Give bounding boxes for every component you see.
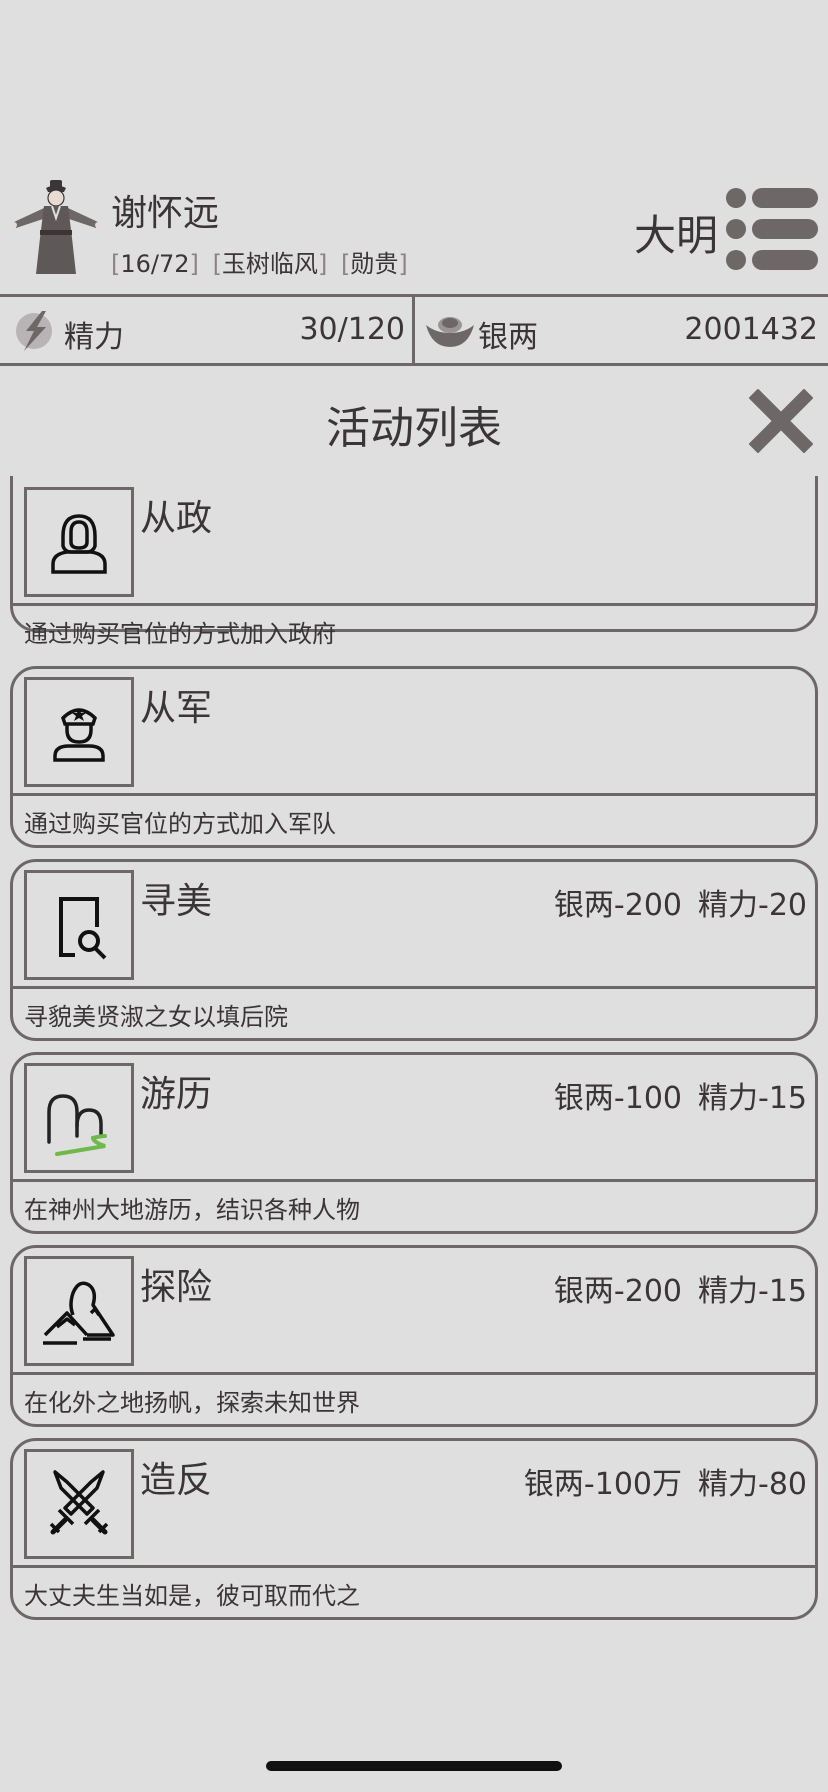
card-divider (13, 793, 815, 796)
stats-bar: 精力 30/120 银两 2001432 (0, 294, 828, 366)
activity-cost: 银两-100万 精力-80 (523, 1467, 807, 1502)
activity-cost (791, 687, 807, 722)
activity-icon-frame (24, 1063, 134, 1173)
card-divider (13, 1565, 815, 1568)
activity-card-military[interactable]: 从军 通过购买官位的方式加入军队 (10, 666, 818, 848)
energy-label: 精力 (64, 320, 124, 355)
travel-hills-icon (47, 1094, 107, 1156)
silver-label: 银两 (478, 320, 538, 355)
activity-name: 游历 (140, 1074, 213, 1115)
activity-icon-frame (24, 1256, 134, 1366)
menu-list-icon[interactable] (724, 184, 820, 274)
activity-icon-frame (24, 487, 134, 597)
activity-name: 探险 (140, 1267, 213, 1308)
home-indicator[interactable] (266, 1761, 562, 1771)
card-divider (13, 603, 815, 606)
tag-trait: [玉树临风] (212, 250, 328, 278)
energy-value: 30/120 (299, 312, 405, 347)
soldier-icon (53, 708, 105, 762)
lightning-icon (16, 311, 52, 351)
tag-rank: [勋贵] (340, 250, 408, 278)
activity-card-travel[interactable]: 游历 银两-100 精力-15 在神州大地游历，结识各种人物 (10, 1052, 818, 1234)
activity-icon-frame (24, 1449, 134, 1559)
official-icon (51, 514, 107, 574)
card-divider (13, 1372, 815, 1375)
app-screen: 谢怀远 [16/72] [玉树临风] [勋贵] 大明 精力 30/120 银两 … (0, 0, 828, 1792)
activity-cost: 银两-100 精力-15 (553, 1081, 807, 1116)
dynasty-label: 大明 (634, 211, 719, 260)
activity-card-seek-beauty[interactable]: 寻美 银两-200 精力-20 寻貌美贤淑之女以填后院 (10, 859, 818, 1041)
tag-age: [16/72] (111, 250, 199, 278)
activity-desc: 通过购买官位的方式加入政府 (24, 620, 336, 648)
activity-list[interactable]: 从政 通过购买官位的方式加入政府 从军 通过购买官位的方式加入军队 寻美 银两-… (10, 476, 818, 1626)
activity-icon-frame (24, 870, 134, 980)
activity-card-explore[interactable]: 探险 银两-200 精力-15 在化外之地扬帆，探索未知世界 (10, 1245, 818, 1427)
activity-name: 寻美 (140, 881, 213, 922)
activity-name: 造反 (140, 1460, 213, 1501)
panel-title: 活动列表 (326, 403, 502, 454)
activity-cost: 银两-200 精力-15 (553, 1274, 807, 1309)
silver-value: 2001432 (684, 312, 818, 347)
activity-desc: 在神州大地游历，结识各种人物 (24, 1196, 360, 1224)
character-avatar[interactable] (6, 178, 106, 278)
activity-desc: 在化外之地扬帆，探索未知世界 (24, 1389, 360, 1417)
activity-card-rebellion[interactable]: 造反 银两-100万 精力-80 大丈夫生当如是，彼可取而代之 (10, 1438, 818, 1620)
close-icon[interactable] (748, 388, 814, 454)
card-divider (13, 986, 815, 989)
activity-icon-frame (24, 677, 134, 787)
card-divider (13, 1179, 815, 1182)
character-tags: [16/72] [玉树临风] [勋贵] (111, 244, 408, 279)
activity-name: 从军 (140, 688, 213, 729)
character-name: 谢怀远 (111, 193, 220, 234)
activity-name: 从政 (140, 498, 213, 539)
mountain-icon (43, 1281, 115, 1345)
character-header: 谢怀远 [16/72] [玉树临风] [勋贵] 大明 (0, 170, 828, 294)
silver-ingot-icon (426, 317, 474, 347)
stats-divider (412, 297, 415, 363)
activity-desc: 寻貌美贤淑之女以填后院 (24, 1003, 288, 1031)
activity-desc: 大丈夫生当如是，彼可取而代之 (24, 1582, 360, 1610)
crossed-swords-icon (49, 1470, 109, 1535)
activity-desc: 通过购买官位的方式加入军队 (24, 810, 336, 838)
search-document-icon (59, 897, 107, 960)
activity-card-politics[interactable]: 从政 通过购买官位的方式加入政府 (10, 476, 818, 648)
activity-cost (791, 497, 807, 532)
activity-cost: 银两-200 精力-20 (553, 888, 807, 923)
